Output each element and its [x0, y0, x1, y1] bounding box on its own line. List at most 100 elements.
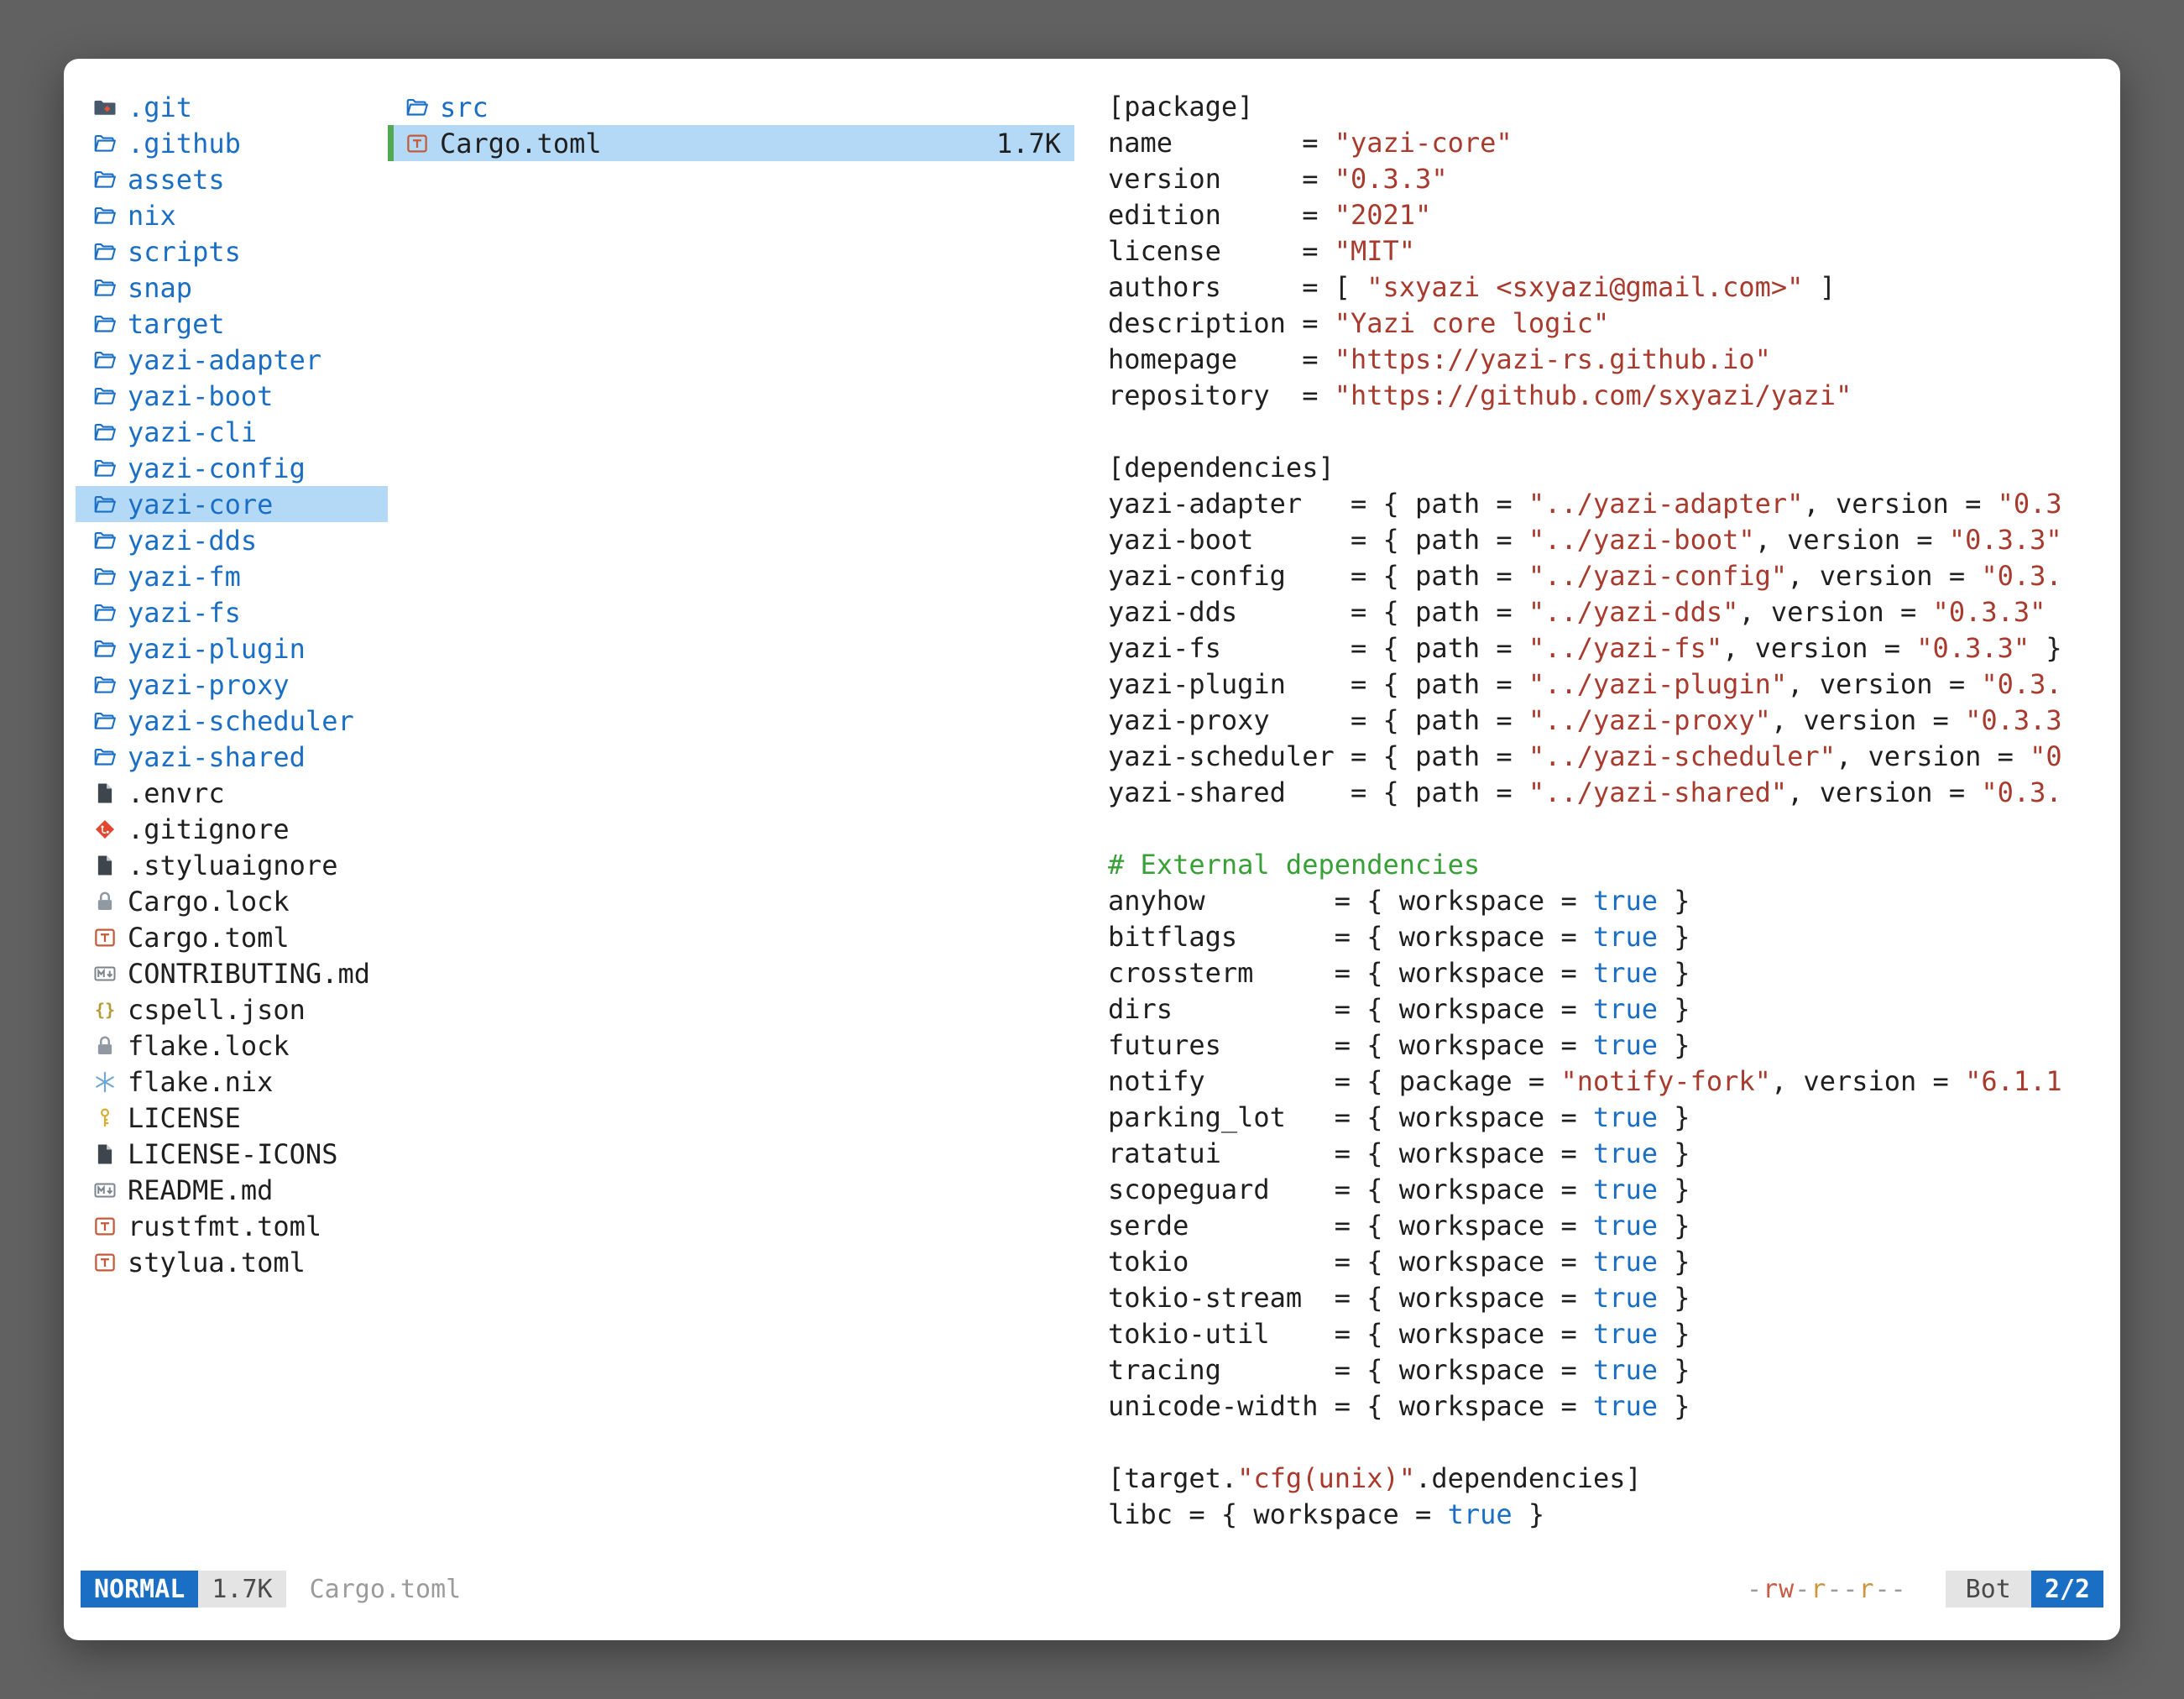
parent-pane-row-.styluaignore[interactable]: .styluaignore [76, 847, 388, 883]
preview-line: version = "0.3.3" [1108, 161, 2120, 197]
file-label: .styluaignore [128, 850, 337, 881]
file-counter-badge: 2/2 [2031, 1571, 2103, 1608]
nix-icon [92, 1069, 123, 1095]
parent-pane-row-nix[interactable]: nix [76, 197, 388, 233]
folder-icon [92, 384, 123, 409]
preview-line: unicode-width = { workspace = true } [1108, 1388, 2120, 1425]
parent-pane-row-flake.nix[interactable]: flake.nix [76, 1064, 388, 1100]
preview-line: description = "Yazi core logic" [1108, 306, 2120, 342]
preview-line: tracing = { workspace = true } [1108, 1352, 2120, 1388]
parent-pane-row-.git[interactable]: .git [76, 89, 388, 125]
file-label: README.md [128, 1174, 273, 1206]
parent-pane-row-yazi-adapter[interactable]: yazi-adapter [76, 342, 388, 378]
toml-icon [92, 1250, 123, 1275]
file-label: yazi-dds [128, 525, 257, 557]
parent-pane-row-yazi-fs[interactable]: yazi-fs [76, 594, 388, 630]
file-label: flake.nix [128, 1066, 273, 1098]
parent-pane-row-CONTRIBUTING.md[interactable]: CONTRIBUTING.md [76, 955, 388, 991]
preview-line: yazi-dds = { path = "../yazi-dds", versi… [1108, 594, 2120, 630]
preview-line: edition = "2021" [1108, 197, 2120, 233]
preview-line: yazi-config = { path = "../yazi-config",… [1108, 558, 2120, 594]
preview-line [1108, 1425, 2120, 1461]
file-icon [92, 853, 123, 878]
file-icon [92, 1142, 123, 1167]
parent-pane-row-assets[interactable]: assets [76, 161, 388, 197]
parent-pane-row-yazi-cli[interactable]: yazi-cli [76, 414, 388, 450]
toml-icon [92, 1214, 123, 1239]
preview-line: homepage = "https://yazi-rs.github.io" [1108, 342, 2120, 378]
parent-pane-row-README.md[interactable]: README.md [76, 1172, 388, 1208]
panes-container: .git.githubassetsnixscriptssnaptargetyaz… [64, 59, 2120, 1566]
preview-line: repository = "https://github.com/sxyazi/… [1108, 378, 2120, 414]
parent-pane-row-.github[interactable]: .github [76, 125, 388, 161]
parent-pane-row-flake.lock[interactable]: flake.lock [76, 1027, 388, 1064]
parent-pane-row-yazi-core[interactable]: yazi-core [76, 486, 388, 522]
markdown-icon [92, 961, 123, 986]
file-label: scripts [128, 236, 241, 268]
toml-icon [92, 925, 123, 950]
folder-icon [92, 636, 123, 661]
parent-pane-row-yazi-config[interactable]: yazi-config [76, 450, 388, 486]
folder-icon [92, 672, 123, 698]
folder-icon [92, 348, 123, 373]
parent-pane-row-yazi-dds[interactable]: yazi-dds [76, 522, 388, 558]
preview-line: tokio-stream = { workspace = true } [1108, 1280, 2120, 1316]
file-label: yazi-boot [128, 380, 273, 412]
parent-pane-row-yazi-scheduler[interactable]: yazi-scheduler [76, 703, 388, 739]
file-label: .github [128, 128, 241, 159]
parent-pane-row-.gitignore[interactable]: .gitignore [76, 811, 388, 847]
file-label: yazi-scheduler [128, 705, 354, 737]
preview-line: crossterm = { workspace = true } [1108, 955, 2120, 991]
git-icon [92, 817, 123, 842]
parent-pane-row-snap[interactable]: snap [76, 269, 388, 306]
preview-line: serde = { workspace = true } [1108, 1208, 2120, 1244]
file-label: Cargo.toml [128, 922, 290, 954]
preview-line: futures = { workspace = true } [1108, 1027, 2120, 1064]
parent-pane-row-Cargo.lock[interactable]: Cargo.lock [76, 883, 388, 919]
parent-pane-row-stylua.toml[interactable]: stylua.toml [76, 1244, 388, 1280]
parent-pane-row-LICENSE-ICONS[interactable]: LICENSE-ICONS [76, 1136, 388, 1172]
preview-line: yazi-adapter = { path = "../yazi-adapter… [1108, 486, 2120, 522]
preview-line: yazi-shared = { path = "../yazi-shared",… [1108, 775, 2120, 811]
current-pane-row-Cargo.toml[interactable]: Cargo.toml1.7K [388, 125, 1074, 161]
folder-icon [92, 745, 123, 770]
folder-icon [92, 708, 123, 734]
parent-pane-row-LICENSE[interactable]: LICENSE [76, 1100, 388, 1136]
parent-pane-row-.envrc[interactable]: .envrc [76, 775, 388, 811]
parent-pane-row-yazi-fm[interactable]: yazi-fm [76, 558, 388, 594]
preview-line: yazi-boot = { path = "../yazi-boot", ver… [1108, 522, 2120, 558]
preview-line: libc = { workspace = true } [1108, 1497, 2120, 1533]
parent-pane-row-yazi-proxy[interactable]: yazi-proxy [76, 667, 388, 703]
current-pane-row-src[interactable]: src [388, 89, 1074, 125]
parent-pane-row-scripts[interactable]: scripts [76, 233, 388, 269]
file-label: stylua.toml [128, 1247, 306, 1278]
file-label: .gitignore [128, 813, 290, 845]
file-label: yazi-cli [128, 416, 257, 448]
current-directory-pane: srcCargo.toml1.7K [388, 89, 1074, 1566]
parent-pane-row-Cargo.toml[interactable]: Cargo.toml [76, 919, 388, 955]
parent-pane-row-rustfmt.toml[interactable]: rustfmt.toml [76, 1208, 388, 1244]
preview-line: yazi-proxy = { path = "../yazi-proxy", v… [1108, 703, 2120, 739]
parent-directory-pane: .git.githubassetsnixscriptssnaptargetyaz… [76, 89, 388, 1566]
file-label: src [440, 91, 489, 123]
file-label: .envrc [128, 777, 225, 809]
file-preview-pane[interactable]: [package]name = "yazi-core"version = "0.… [1074, 89, 2120, 1566]
folder-icon [92, 600, 123, 625]
file-label: Cargo.lock [128, 886, 290, 917]
yazi-file-manager-window: .git.githubassetsnixscriptssnaptargetyaz… [64, 59, 2120, 1640]
preview-line: [dependencies] [1108, 450, 2120, 486]
parent-pane-row-cspell.json[interactable]: {}cspell.json [76, 991, 388, 1027]
parent-pane-row-yazi-plugin[interactable]: yazi-plugin [76, 630, 388, 667]
file-icon [92, 781, 123, 806]
file-label: .git [128, 91, 192, 123]
parent-pane-row-target[interactable]: target [76, 306, 388, 342]
preview-line: [target."cfg(unix)".dependencies] [1108, 1461, 2120, 1497]
file-label: yazi-plugin [128, 633, 306, 665]
file-label: flake.lock [128, 1030, 290, 1062]
file-permissions: -rw-r--r-- [1747, 1575, 1907, 1604]
parent-pane-row-yazi-boot[interactable]: yazi-boot [76, 378, 388, 414]
folder-icon [92, 456, 123, 481]
preview-line: bitflags = { workspace = true } [1108, 919, 2120, 955]
parent-pane-row-yazi-shared[interactable]: yazi-shared [76, 739, 388, 775]
file-label: yazi-shared [128, 741, 306, 773]
